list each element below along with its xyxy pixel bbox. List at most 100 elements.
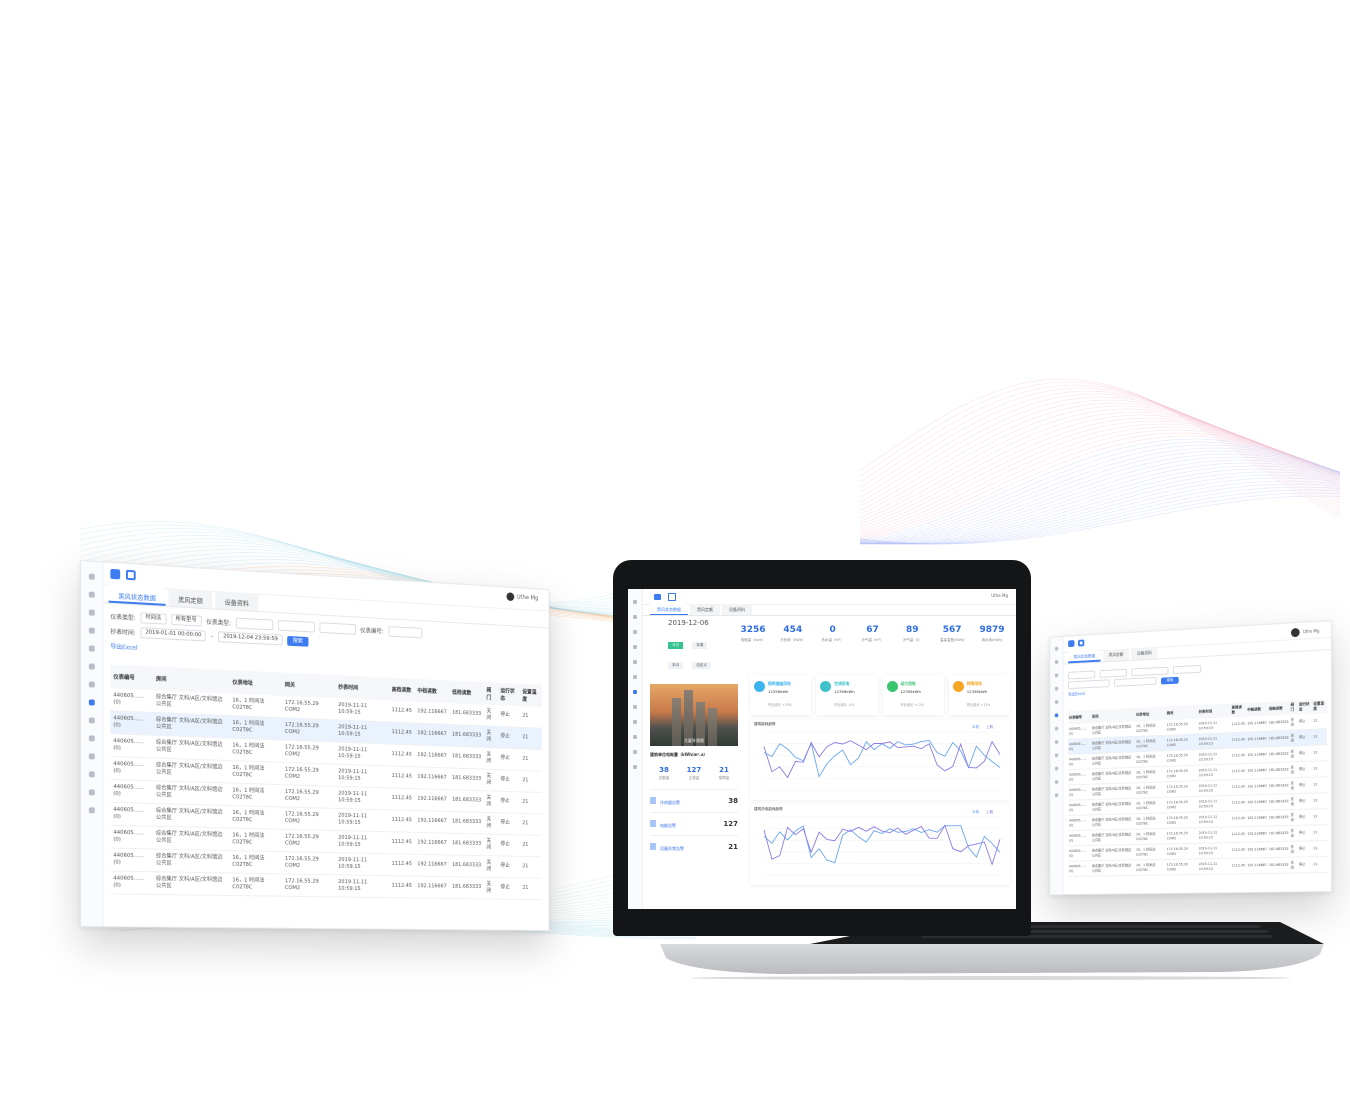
meter-icon[interactable] — [1054, 713, 1059, 718]
menu-icon[interactable] — [633, 600, 637, 604]
meter-type-select[interactable] — [1068, 670, 1096, 680]
meter-icon[interactable] — [88, 699, 95, 706]
tab-status-data[interactable]: 黑风状态数据 — [650, 604, 688, 615]
home-icon[interactable] — [1054, 660, 1059, 665]
menu-toggle-icon[interactable] — [110, 568, 121, 580]
meter-kind-input-2[interactable] — [277, 619, 315, 633]
document-icon[interactable] — [88, 681, 95, 688]
tab-quota[interactable]: 黑风定额 — [168, 588, 213, 609]
chart-icon[interactable] — [633, 750, 637, 754]
database-icon[interactable] — [88, 645, 95, 652]
column-header[interactable]: 仪表编号 — [110, 664, 154, 691]
model-select[interactable]: 所有型号 — [170, 614, 202, 627]
user-icon[interactable] — [88, 789, 95, 796]
gear-icon[interactable] — [633, 765, 637, 769]
column-header[interactable]: 设置温度 — [1312, 699, 1328, 714]
menu-toggle-icon[interactable] — [1068, 640, 1075, 648]
column-header[interactable]: 仪表地址 — [229, 670, 283, 696]
home-icon[interactable] — [633, 615, 637, 619]
column-header[interactable]: 网关 — [1165, 705, 1198, 721]
calendar-icon[interactable] — [1054, 726, 1059, 731]
calendar-icon[interactable] — [633, 720, 637, 724]
settings-icon[interactable] — [633, 645, 637, 649]
tab-quota[interactable]: 黑风定额 — [1103, 648, 1129, 662]
time-to-input[interactable]: 2019-12-04 23:59:59 — [218, 631, 283, 646]
time-from-input[interactable]: 2019-01-01 00:00:00 — [140, 627, 207, 642]
column-header[interactable]: 低档读数 — [449, 680, 484, 705]
meter-no-input[interactable] — [388, 626, 422, 639]
meter-kind-input[interactable] — [235, 617, 273, 631]
column-header[interactable]: 网关 — [282, 672, 336, 699]
tab-device-info[interactable]: 设备资料 — [215, 590, 259, 612]
column-header[interactable]: 抄表时间 — [1197, 703, 1231, 719]
column-header[interactable]: 房间 — [153, 666, 230, 694]
alert-item[interactable]: 冷热量告警 38 — [650, 789, 738, 812]
menu-icon[interactable] — [1054, 646, 1059, 651]
tab-quota[interactable]: 黑风定额 — [690, 604, 720, 615]
column-header[interactable]: 阀门 — [483, 682, 498, 706]
alert-item[interactable]: 设备异常告警 21 — [650, 835, 738, 858]
gear-icon[interactable] — [1054, 793, 1059, 798]
energy-card[interactable]: 特殊用电 12356kWh 环比增长 +13% — [948, 675, 1010, 715]
user-icon[interactable] — [1054, 779, 1059, 784]
user-avatar[interactable]: Uthe Mg — [1291, 627, 1319, 638]
column-header[interactable]: 运行状态 — [1297, 699, 1313, 715]
tab-status-data[interactable]: 黑风状态数据 — [1068, 650, 1101, 664]
calendar-icon[interactable] — [88, 717, 95, 724]
period-today[interactable]: 今日 — [668, 642, 684, 649]
tab-device-info[interactable]: 设备资料 — [722, 604, 752, 615]
alert-item[interactable]: 电能告警 127 — [650, 812, 738, 835]
home-icon[interactable] — [88, 591, 95, 598]
energy-card[interactable]: 空调用电 12356kWh 环比增长 -5% — [816, 675, 878, 715]
column-header[interactable]: 阀门 — [1289, 700, 1298, 715]
energy-card[interactable]: 照明插座用电 12356kWh 环比增长 +13% — [750, 675, 812, 715]
column-header[interactable]: 低档读数 — [1267, 700, 1290, 716]
user-avatar[interactable]: Uthe Mg — [506, 592, 539, 602]
export-excel-link[interactable]: 导出Excel — [110, 642, 137, 652]
period-week[interactable]: 本周 — [692, 642, 708, 649]
energy-card[interactable]: 动力用电 12356kWh 环比增长 +12% — [882, 675, 944, 715]
gear-icon[interactable] — [88, 807, 95, 814]
card-icon[interactable] — [1054, 753, 1059, 758]
heart-icon[interactable] — [88, 609, 95, 616]
menu-icon[interactable] — [88, 573, 95, 580]
column-header[interactable]: 仪表地址 — [1135, 706, 1166, 722]
settings-icon[interactable] — [88, 627, 95, 634]
meter-kind-input-3[interactable] — [319, 622, 356, 635]
settings-icon[interactable] — [1054, 686, 1059, 691]
monitor-icon[interactable] — [1078, 639, 1085, 647]
users-icon[interactable] — [633, 735, 637, 739]
grid-icon[interactable] — [88, 663, 95, 670]
period-month[interactable]: 本月 — [668, 662, 684, 669]
search-button[interactable]: 搜索 — [287, 635, 309, 647]
period-custom[interactable]: 自定义 — [692, 662, 712, 669]
column-header[interactable]: 仪表编号 — [1068, 709, 1092, 725]
column-header[interactable]: 抄表时间 — [335, 675, 389, 701]
users-icon[interactable] — [88, 735, 95, 742]
table-row[interactable]: 440605......(0) 综合集厅 文科/A区/文科馆边公共区 16，1 时间… — [1068, 856, 1328, 877]
export-excel-link[interactable]: 导出Excel — [1068, 691, 1085, 698]
menu-toggle-icon[interactable] — [654, 594, 661, 600]
monitor-icon[interactable] — [125, 569, 136, 581]
column-header[interactable]: 中档读数 — [1246, 701, 1268, 717]
column-header[interactable]: 高档读数 — [388, 677, 415, 702]
document-icon[interactable] — [633, 705, 637, 709]
monitor-icon[interactable] — [668, 593, 676, 601]
heart-icon[interactable] — [1054, 673, 1059, 678]
meter-no-input[interactable] — [1173, 664, 1202, 675]
heart-icon[interactable] — [633, 630, 637, 634]
database-icon[interactable] — [1054, 700, 1059, 705]
card-icon[interactable] — [88, 753, 95, 760]
dashboard-icon[interactable] — [633, 690, 637, 694]
grid-icon[interactable] — [633, 675, 637, 679]
column-header[interactable]: 运行状态 — [497, 682, 520, 707]
user-avatar[interactable]: Uthe Mg — [991, 593, 1008, 598]
tab-status-data[interactable]: 黑风状态数据 — [108, 584, 166, 606]
tab-device-info[interactable]: 设备资料 — [1131, 646, 1158, 660]
chart-icon[interactable] — [88, 771, 95, 778]
meter-type-select[interactable]: 时间法 — [140, 612, 167, 625]
search-button[interactable]: 搜索 — [1161, 676, 1179, 684]
model-select[interactable] — [1099, 668, 1127, 678]
column-header[interactable]: 高档读数 — [1230, 702, 1247, 718]
column-header[interactable]: 中档读数 — [414, 678, 450, 704]
